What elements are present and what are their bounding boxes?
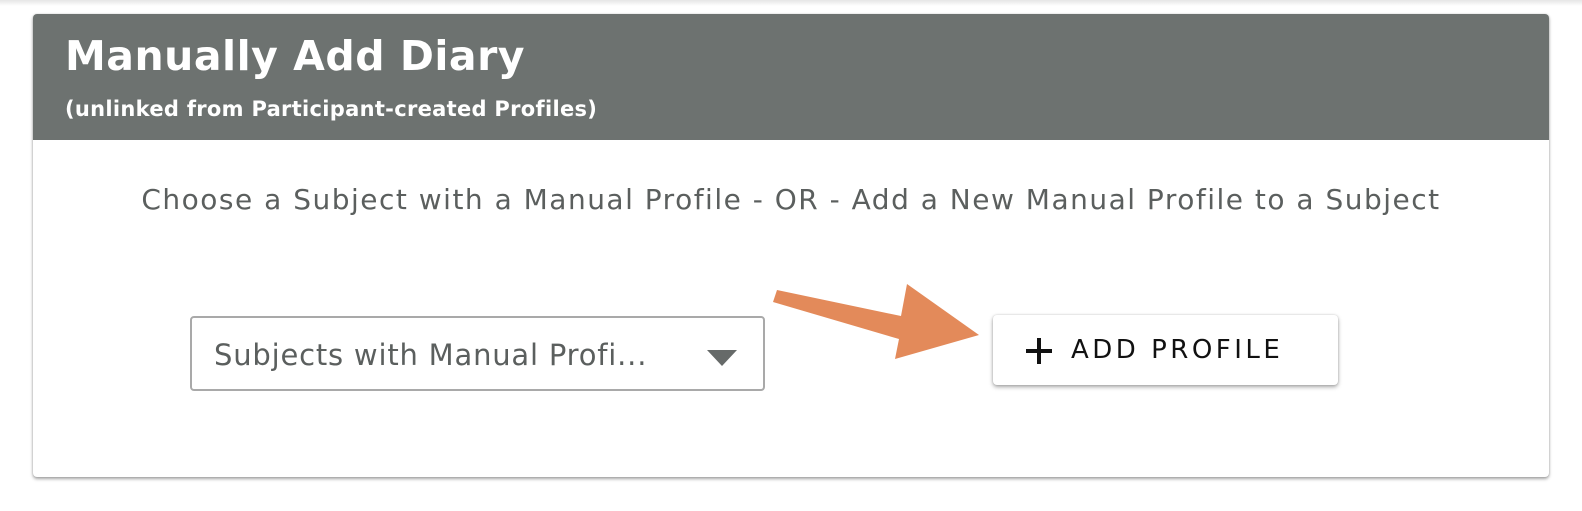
page: Manually Add Diary (unlinked from Partic… bbox=[0, 0, 1582, 511]
card-header: Manually Add Diary (unlinked from Partic… bbox=[33, 14, 1549, 140]
subject-select[interactable]: Subjects with Manual Profi... bbox=[190, 316, 765, 391]
top-divider bbox=[0, 0, 1582, 6]
instruction-text: Choose a Subject with a Manual Profile -… bbox=[141, 183, 1441, 216]
plus-icon bbox=[1026, 338, 1052, 364]
add-profile-label: ADD PROFILE bbox=[1071, 335, 1284, 365]
caret-down-icon bbox=[707, 350, 737, 366]
arrow-shape bbox=[773, 284, 979, 359]
arrow-icon bbox=[773, 284, 979, 359]
card-subtitle: (unlinked from Participant-created Profi… bbox=[65, 97, 598, 121]
card-title: Manually Add Diary bbox=[65, 32, 526, 80]
manual-diary-card: Manually Add Diary (unlinked from Partic… bbox=[33, 14, 1549, 477]
subject-select-value: Subjects with Manual Profi... bbox=[214, 338, 648, 372]
add-profile-button[interactable]: ADD PROFILE bbox=[993, 315, 1338, 385]
